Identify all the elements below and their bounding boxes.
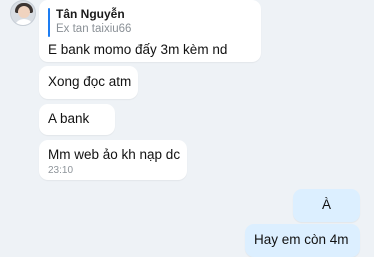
incoming-message[interactable]: Mm web ảo kh nạp dc 23:10 <box>39 140 187 180</box>
message-text: Xong đọc atm <box>48 74 132 89</box>
incoming-message[interactable]: Xong đọc atm <box>39 66 138 99</box>
quote-bar <box>48 8 50 37</box>
message-text: Hay em còn 4m <box>254 232 349 247</box>
outgoing-message[interactable]: Hay em còn 4m <box>245 224 360 257</box>
quoted-reply[interactable]: Tân Nguyễn Ex tan taixiu66 <box>48 7 252 37</box>
message-text: A bank <box>48 111 90 126</box>
incoming-message[interactable]: A bank <box>39 104 115 135</box>
message-text: À <box>321 197 331 212</box>
message-text: E bank momo đấy 3m kèm nd <box>48 42 228 57</box>
sender-avatar[interactable] <box>10 0 36 26</box>
message-text: Mm web ảo kh nạp dc <box>48 147 181 162</box>
chat-thread: Tân Nguyễn Ex tan taixiu66 E bank momo đ… <box>0 0 374 257</box>
outgoing-message[interactable]: À <box>293 189 360 222</box>
avatar-face <box>18 6 30 18</box>
incoming-message-with-quote[interactable]: Tân Nguyễn Ex tan taixiu66 E bank momo đ… <box>39 0 261 62</box>
quote-sender-name: Tân Nguyễn <box>56 7 125 21</box>
quote-text: Ex tan taixiu66 <box>56 23 132 35</box>
message-timestamp: 23:10 <box>48 165 74 176</box>
avatar-shirt <box>14 19 34 25</box>
